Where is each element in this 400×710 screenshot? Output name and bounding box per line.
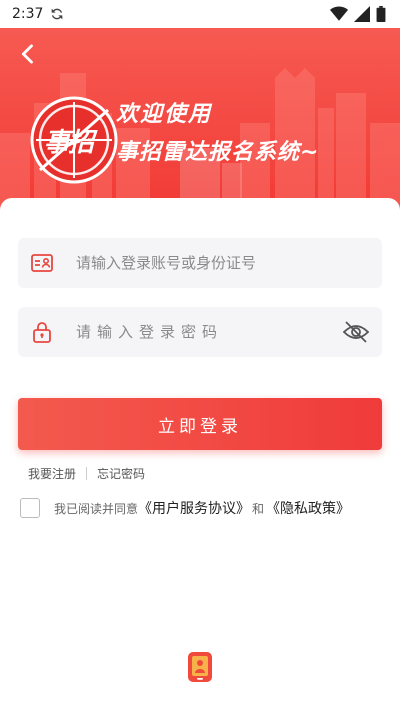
sync-icon [52,8,63,20]
auth-links: 我要注册 忘记密码 [28,465,145,482]
agreement-prefix: 我已阅读并同意 [54,501,139,516]
account-field[interactable] [18,238,382,288]
wifi-icon [330,6,348,21]
agreement-conjunction: 和 [252,501,265,516]
password-input[interactable] [76,312,342,352]
privacy-policy-link[interactable]: 《隐私政策》 [266,498,350,518]
register-link[interactable]: 我要注册 [28,465,76,482]
agreement-row: 我已阅读并同意 《用户服务协议》 和 《隐私政策》 [20,498,350,518]
status-time: 2:37 [12,6,44,22]
login-card: 立即登录 我要注册 忘记密码 我已阅读并同意 《用户服务协议》 和 《隐私政策》 [0,198,400,710]
app-logo: 事招 [26,92,126,192]
header-banner: 事招 欢迎使用 事招雷达报名系统~ [0,28,400,213]
phone-login-icon[interactable] [186,651,214,683]
agreement-checkbox[interactable] [20,498,40,518]
back-arrow-icon[interactable] [14,40,42,68]
account-input[interactable] [76,243,382,283]
user-agreement-link[interactable]: 《用户服务协议》 [138,498,250,518]
forgot-password-link[interactable]: 忘记密码 [97,465,145,482]
welcome-line-1: 欢迎使用 [116,102,213,127]
welcome-line-2: 事招雷达报名系统~ [116,140,320,165]
welcome-heading: 欢迎使用 事招雷达报名系统~ [116,96,319,166]
login-button[interactable]: 立即登录 [18,398,382,450]
battery-icon [376,6,386,22]
lock-icon [33,322,51,343]
id-card-icon [31,254,53,272]
signal-icon [354,6,370,22]
link-divider [86,467,88,480]
logo-text: 事招 [44,128,94,158]
password-field[interactable] [18,307,382,357]
status-bar: 2:37 [0,0,400,28]
eye-off-icon[interactable] [342,320,370,344]
